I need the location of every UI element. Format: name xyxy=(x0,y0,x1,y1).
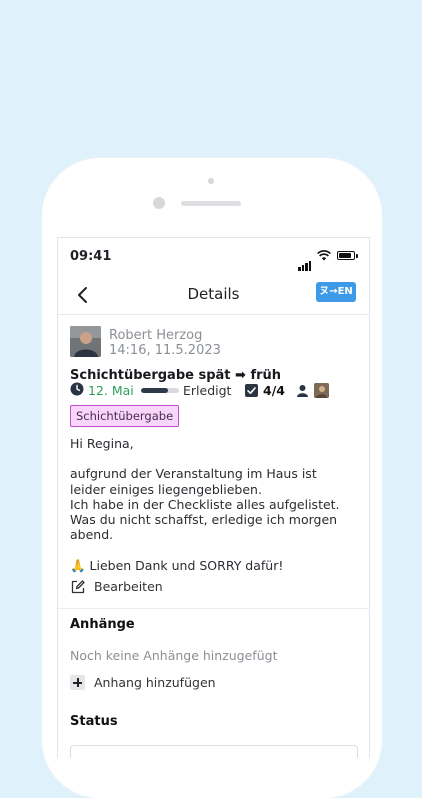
checkbox-icon xyxy=(245,384,258,397)
phone-camera xyxy=(153,197,165,209)
checklist-count: 4/4 xyxy=(263,383,285,398)
app-screen: 09:41 Details ヌ→EN Robert Herzog 14:16, … xyxy=(57,237,370,758)
assignee-avatar xyxy=(314,383,329,398)
message-line: Was du nicht schaffst, erledige ich morg… xyxy=(70,512,338,527)
post-timestamp: 14:16, 11.5.2023 xyxy=(109,343,221,358)
task-meta: 12. Mai Erledigt 4/4 xyxy=(70,382,369,400)
message-body: Hi Regina, aufgrund der Veranstaltung im… xyxy=(70,436,360,573)
category-tag[interactable]: Schichtübergabe xyxy=(70,405,180,427)
status-bar: 09:41 xyxy=(58,238,369,278)
add-attachment-label: Anhang hinzufügen xyxy=(94,675,216,690)
edit-label: Bearbeiten xyxy=(94,579,163,594)
attachments-heading: Anhänge xyxy=(70,617,135,632)
attachments-empty-text: Noch keine Anhänge hinzugefügt xyxy=(70,648,278,663)
message-line: abend. xyxy=(70,527,114,543)
phone-sensor xyxy=(208,178,214,184)
plus-icon xyxy=(70,675,85,690)
progress-label: Erledigt xyxy=(183,383,232,398)
battery-icon xyxy=(337,251,358,260)
message-line: 🙏 Lieben Dank und SORRY dafür! xyxy=(70,557,284,573)
message-line: Ich habe in der Checkliste alles aufgeli… xyxy=(70,496,340,512)
translate-button[interactable]: ヌ→EN xyxy=(316,282,356,302)
progress-fill xyxy=(141,388,168,393)
status-heading: Status xyxy=(70,714,118,729)
phone-speaker xyxy=(181,201,241,206)
message-line: aufgrund der Veranstaltung im Haus ist xyxy=(70,466,317,482)
status-time: 09:41 xyxy=(70,249,112,264)
section-divider xyxy=(58,608,369,609)
edit-icon xyxy=(71,580,85,594)
wifi-icon xyxy=(317,250,331,261)
message-line: leider einiges liegengeblieben. xyxy=(70,481,262,497)
signal-icon xyxy=(298,252,312,271)
author-avatar xyxy=(70,326,101,357)
nav-bar: Details ヌ→EN xyxy=(58,278,369,315)
clock-icon xyxy=(70,382,84,396)
due-date: 12. Mai xyxy=(88,383,134,398)
status-select[interactable] xyxy=(70,745,358,758)
task-title: Schichtübergabe spät ➡ früh xyxy=(70,368,282,383)
message-line: Hi Regina, xyxy=(70,436,134,451)
progress-bar xyxy=(141,388,179,393)
author-name: Robert Herzog xyxy=(109,328,203,343)
person-icon xyxy=(297,385,308,397)
